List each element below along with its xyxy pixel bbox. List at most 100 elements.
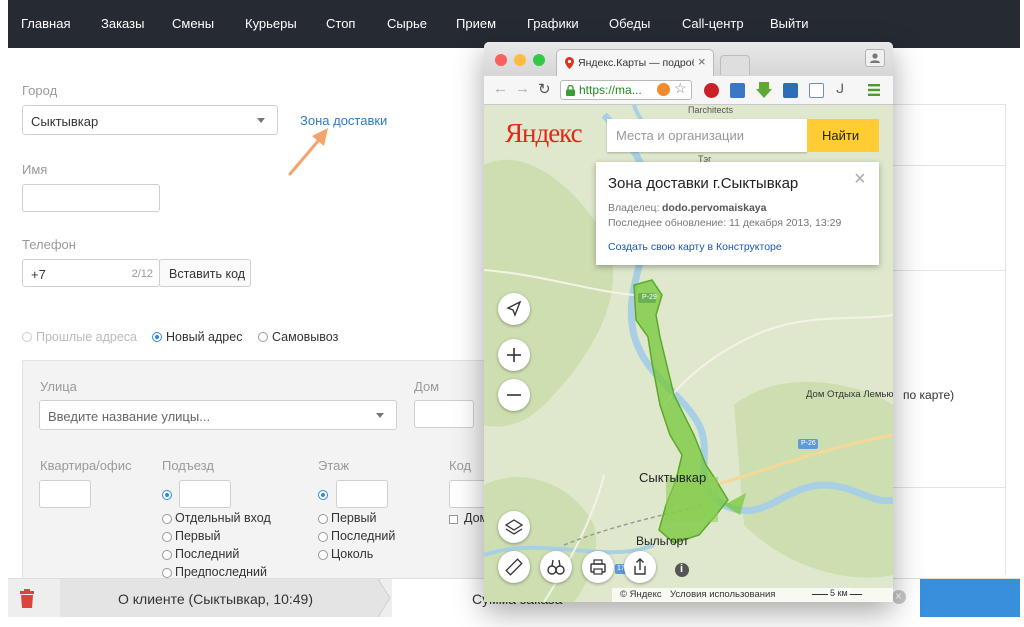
entrance-option-radio[interactable]: [162, 568, 172, 578]
pickup-label: Самовывоз: [272, 330, 339, 344]
city-map-label: Сыктывкар: [639, 470, 707, 485]
map-search-button[interactable]: Найти: [807, 119, 879, 152]
browser-tab[interactable]: Яндекс.Карты — подробн ×: [556, 49, 714, 76]
download-icon[interactable]: [756, 82, 772, 99]
popup-close-icon[interactable]: ×: [854, 168, 866, 191]
apartment-label: Квартира/офис: [40, 458, 132, 473]
nav-orders[interactable]: Заказы: [101, 16, 144, 31]
popup-create-map-link[interactable]: Создать свою карту в Конструкторе: [608, 241, 782, 253]
nav-callcenter[interactable]: Call-центр: [682, 16, 744, 31]
close-icon[interactable]: ×: [892, 589, 906, 604]
new-address-label: Новый адрес: [166, 330, 243, 344]
apartment-input[interactable]: [39, 480, 91, 508]
entrance-option-label: Первый: [175, 529, 221, 543]
zoom-in-button[interactable]: [498, 339, 530, 371]
share-icon: [634, 558, 646, 575]
insert-code-button[interactable]: Вставить код: [159, 259, 251, 287]
extension-icon[interactable]: [657, 83, 670, 96]
entrance-option-radio[interactable]: [162, 532, 172, 542]
user-icon: [870, 53, 880, 63]
map-search-input[interactable]: Места и организации: [607, 119, 807, 152]
client-tab[interactable]: О клиенте (Сыктывкар, 10:49): [60, 579, 380, 617]
nav-stop[interactable]: Стоп: [326, 16, 355, 31]
reload-icon[interactable]: ↻: [538, 80, 551, 98]
star-icon[interactable]: ☆: [674, 80, 687, 97]
pinterest-icon[interactable]: [704, 83, 719, 98]
name-label: Имя: [22, 162, 48, 177]
trash-icon[interactable]: [19, 589, 35, 608]
house-label: Дом: [414, 379, 440, 394]
terms-link[interactable]: Условия использования: [670, 589, 775, 600]
house-input[interactable]: [414, 400, 474, 428]
submit-button[interactable]: [920, 579, 1020, 617]
street-select[interactable]: Введите название улицы...: [39, 400, 397, 430]
nav-lunches[interactable]: Обеды: [609, 16, 650, 31]
forward-arrow-icon[interactable]: →: [515, 80, 530, 97]
nav-main[interactable]: Главная: [21, 16, 70, 31]
new-address-radio[interactable]: [152, 332, 162, 342]
ruler-icon: [505, 558, 523, 576]
street-label: Улица: [40, 379, 77, 394]
floor-input[interactable]: [336, 480, 388, 508]
geolocation-button[interactable]: [498, 293, 530, 325]
layers-icon: [504, 519, 524, 535]
floor-option-radio[interactable]: [318, 514, 328, 524]
menu-icon[interactable]: [868, 84, 880, 96]
share-button[interactable]: [624, 551, 656, 583]
window-minimize-button[interactable]: [514, 54, 526, 66]
back-arrow-icon[interactable]: ←: [493, 80, 508, 97]
floor-option-radio[interactable]: [318, 532, 328, 542]
window-close-button[interactable]: [495, 54, 507, 66]
entrance-input[interactable]: [179, 480, 231, 508]
nav-reception[interactable]: Прием: [456, 16, 496, 31]
floor-custom-radio[interactable]: [318, 490, 328, 500]
yandex-map[interactable]: Р-29 Р-26 17 Пarchitects Тэг Дом Отдыха …: [484, 105, 893, 602]
name-input[interactable]: [22, 184, 160, 212]
zoom-out-button[interactable]: [498, 379, 530, 411]
nav-schedules[interactable]: Графики: [527, 16, 579, 31]
past-addresses-radio[interactable]: [22, 332, 32, 342]
binoculars-icon: [547, 559, 565, 575]
layers-button[interactable]: [498, 511, 530, 543]
floor-option-radio[interactable]: [318, 550, 328, 560]
village-label: Пarchitects: [688, 105, 733, 115]
extension-page-icon[interactable]: [809, 83, 824, 98]
extension-info-icon[interactable]: [730, 83, 745, 98]
map-pin-icon: [565, 57, 574, 69]
intercom-checkbox[interactable]: [449, 515, 458, 524]
entrance-option-label: Отдельный вход: [175, 511, 271, 525]
entrance-option-label: Последний: [175, 547, 240, 561]
entrance-option-radio[interactable]: [162, 550, 172, 560]
code-input[interactable]: [449, 480, 489, 508]
vylgort-map-label: Выльгорт: [636, 534, 689, 548]
lemyu-label: Дом Отдыха Лемью: [806, 389, 893, 400]
tab-separator-icon: [378, 579, 391, 617]
phone-input[interactable]: +7 2/12: [22, 259, 160, 287]
yandex-logo: Яндекс: [505, 118, 583, 148]
window-maximize-button[interactable]: [533, 54, 545, 66]
floor-label: Этаж: [318, 458, 350, 473]
nav-couriers[interactable]: Курьеры: [245, 16, 297, 31]
extension-tool-icon[interactable]: ᒍ: [836, 81, 844, 97]
city-select[interactable]: Сыктывкар: [22, 105, 278, 135]
nav-raw[interactable]: Сырье: [387, 16, 427, 31]
tab-close-icon[interactable]: ×: [698, 54, 706, 69]
extension-s-icon[interactable]: [783, 83, 798, 98]
right-panel-text: по карте): [903, 388, 955, 402]
pickup-radio[interactable]: [258, 332, 268, 342]
floor-option-label: Цоколь: [331, 547, 374, 561]
nav-logout[interactable]: Выйти: [770, 16, 809, 31]
panorama-button[interactable]: [540, 551, 572, 583]
entrance-option-radio[interactable]: [162, 514, 172, 524]
new-tab-button[interactable]: [720, 55, 750, 75]
info-icon[interactable]: i: [675, 563, 689, 577]
address-bar[interactable]: https://ma... ☆: [560, 80, 692, 100]
arrow-annotation-icon: [288, 128, 328, 176]
profile-button[interactable]: [865, 49, 885, 67]
map-footer: © Яндекс Условия использования 5 км: [612, 588, 893, 602]
entrance-custom-radio[interactable]: [162, 490, 172, 500]
ruler-button[interactable]: [498, 551, 530, 583]
nav-shifts[interactable]: Смены: [172, 16, 214, 31]
browser-toolbar: ← → ↻ https://ma... ☆ ᒍ: [484, 76, 893, 105]
print-button[interactable]: [582, 551, 614, 583]
